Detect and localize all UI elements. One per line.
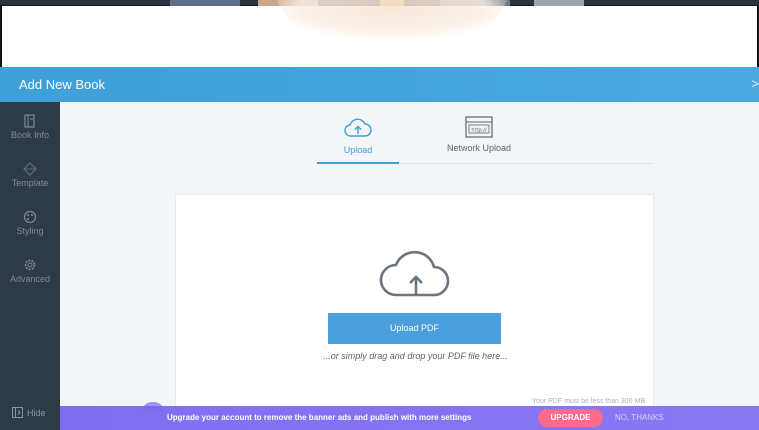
template-icon — [23, 162, 37, 176]
upgrade-button[interactable]: UPGRADE — [538, 409, 603, 427]
cloud-upload-icon — [344, 118, 372, 137]
sidebar: Book Info Template Styling Advanced Hide — [0, 102, 60, 430]
upgrade-banner: Upgrade your account to remove the banne… — [60, 402, 759, 430]
cloud-upload-icon — [379, 250, 450, 297]
sidebar-item-template[interactable]: Template — [0, 162, 60, 206]
banner-message: Upgrade your account to remove the banne… — [167, 413, 472, 422]
main-panel: Upload http:// Network Upload Upload PDF… — [60, 102, 759, 408]
close-arrow-icon[interactable]: > — [751, 76, 759, 91]
dialog-title: Add New Book — [19, 77, 105, 92]
sidebar-item-label: Book Info — [10, 130, 50, 140]
sidebar-item-advanced[interactable]: Advanced — [0, 258, 60, 302]
url-icon-text: http:// — [471, 128, 487, 134]
tab-label: Network Upload — [446, 143, 512, 153]
sidebar-item-label: Advanced — [9, 274, 51, 284]
upload-pdf-button[interactable]: Upload PDF — [328, 313, 501, 344]
sidebar-item-book-info[interactable]: Book Info — [0, 114, 60, 158]
tab-network-upload[interactable]: http:// Network Upload — [429, 116, 529, 164]
upload-tabs: Upload http:// Network Upload — [317, 102, 654, 164]
styling-icon — [23, 210, 37, 224]
sidebar-item-label: Template — [11, 178, 49, 188]
file-size-note: Your PDF must be less than 300 MB — [532, 398, 645, 405]
sidebar-item-label: Styling — [16, 226, 44, 236]
dialog-header: Add New Book > — [0, 67, 759, 102]
browser-url-icon: http:// — [465, 116, 493, 138]
collapse-panel-icon — [12, 407, 23, 418]
no-thanks-button[interactable]: NO, THANKS — [615, 413, 664, 422]
background-page — [0, 0, 759, 67]
sidebar-hide-toggle[interactable]: Hide — [12, 407, 46, 418]
upload-dropzone[interactable]: Upload PDF ...or simply drag and drop yo… — [175, 194, 654, 408]
gear-icon — [24, 259, 36, 271]
tab-label: Upload — [343, 145, 373, 155]
decorative-arc — [272, 0, 512, 38]
hide-label: Hide — [27, 407, 46, 418]
sidebar-item-styling[interactable]: Styling — [0, 210, 60, 254]
drag-drop-hint: ...or simply drag and drop your PDF file… — [323, 351, 508, 361]
tab-upload[interactable]: Upload — [317, 116, 399, 164]
book-info-icon — [24, 114, 35, 128]
